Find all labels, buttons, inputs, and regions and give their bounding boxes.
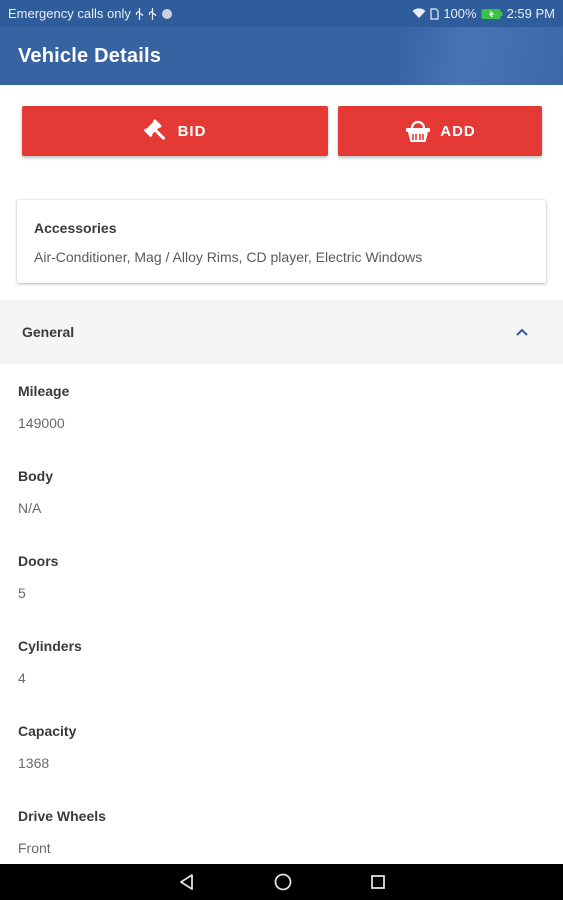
chevron-up-icon[interactable] [515, 328, 529, 337]
field-body: Body N/A [18, 468, 53, 516]
field-mileage: Mileage 149000 [18, 383, 69, 431]
bid-button[interactable]: BID [22, 106, 328, 156]
field-drive-wheels: Drive Wheels Front [18, 808, 106, 856]
bid-label: BID [177, 122, 207, 140]
field-label: Mileage [18, 383, 70, 399]
field-label: Doors [18, 553, 59, 569]
usb-icon [148, 7, 157, 20]
field-label: Cylinders [18, 638, 82, 654]
back-button[interactable] [178, 873, 196, 891]
field-value: 1368 [18, 755, 50, 771]
field-value: 5 [18, 585, 26, 601]
battery-percent: 100% [443, 6, 477, 21]
field-label: Body [18, 468, 53, 484]
field-value: N/A [18, 500, 42, 516]
clock: 2:59 PM [506, 6, 555, 21]
home-button[interactable] [274, 873, 292, 891]
add-button[interactable]: ADD [338, 106, 542, 156]
section-title: General [22, 324, 75, 340]
add-label: ADD [440, 122, 476, 140]
field-doors: Doors 5 [18, 553, 58, 601]
field-cylinders: Cylinders 4 [18, 638, 82, 686]
general-section-header[interactable]: General [0, 300, 563, 364]
field-value: 149000 [18, 415, 65, 431]
field-label: Capacity [18, 723, 77, 739]
accessories-text: Air-Conditioner, Mag / Alloy Rims, CD pl… [34, 249, 423, 265]
recents-square-icon [370, 875, 385, 889]
accessories-card: Accessories Air-Conditioner, Mag / Alloy… [17, 200, 546, 283]
navigation-bar [0, 864, 563, 900]
field-value: 4 [18, 670, 26, 686]
carrier-text: Emergency calls only [8, 6, 131, 21]
status-bar: Emergency calls only 100% 2:59 PM [0, 0, 563, 27]
notification-dot-icon [161, 8, 173, 20]
wifi-icon [412, 8, 426, 19]
field-label: Drive Wheels [18, 808, 106, 824]
basket-icon [404, 119, 432, 143]
sim-icon [430, 7, 439, 20]
status-bar-left: Emergency calls only [8, 6, 173, 21]
field-capacity: Capacity 1368 [18, 723, 76, 771]
home-circle-icon [274, 873, 291, 891]
field-value: Front [18, 840, 51, 856]
recents-button[interactable] [370, 874, 386, 890]
accessories-title: Accessories [34, 220, 117, 236]
usb-icon [135, 7, 144, 20]
battery-charging-icon [481, 8, 503, 20]
back-triangle-icon [179, 874, 193, 890]
app-bar: Vehicle Details [0, 27, 563, 85]
gavel-icon [143, 118, 170, 144]
status-bar-right: 100% 2:59 PM [412, 6, 555, 21]
page-title: Vehicle Details [18, 44, 162, 67]
